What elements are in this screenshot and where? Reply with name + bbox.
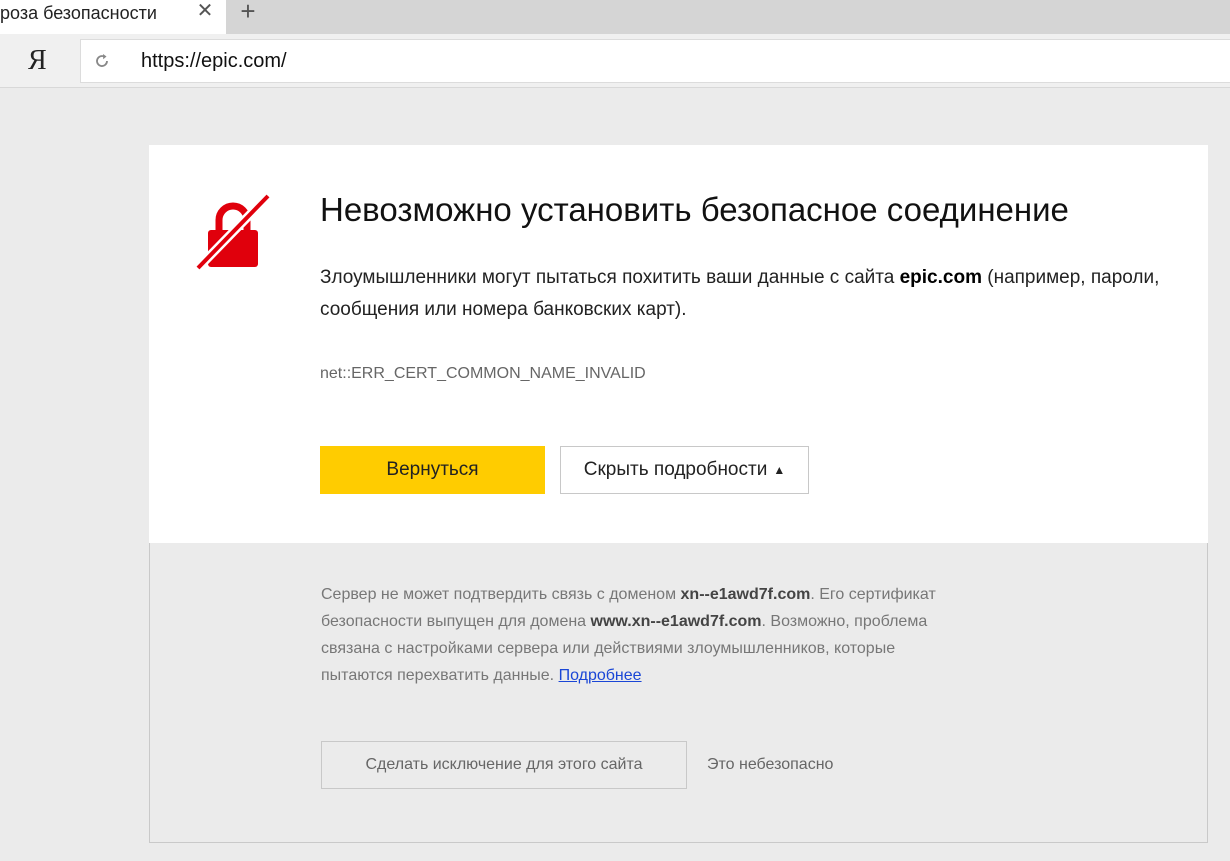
site-domain: epic.com (899, 267, 982, 288)
details-panel: Сервер не может подтвердить связь с доме… (149, 543, 1208, 843)
new-tab-icon[interactable]: + (236, 0, 260, 24)
arrow-up-icon: ▲ (773, 463, 786, 477)
server-domain: xn--e1awd7f.com (680, 586, 811, 603)
reload-icon[interactable] (93, 52, 111, 70)
add-exception-button[interactable]: Сделать исключение для этого сайта (321, 741, 687, 789)
warning-description: Злоумышленники могут пытаться похитить в… (320, 267, 1160, 320)
address-bar[interactable]: https://epic.com/ (80, 39, 1230, 83)
security-warning-card: Невозможно установить безопасное соедине… (149, 145, 1208, 543)
learn-more-link[interactable]: Подробнее (559, 667, 642, 684)
tab-title: роза безопасности (0, 3, 157, 23)
browser-toolbar: Я https://epic.com/ (0, 34, 1230, 88)
broken-lock-icon (194, 192, 272, 270)
url-text[interactable]: https://epic.com/ (141, 50, 287, 73)
page-title: Невозможно установить безопасное соедине… (320, 191, 1069, 228)
certificate-domain: www.xn--e1awd7f.com (590, 613, 762, 630)
details-text: Сервер не может подтвердить связь с доме… (321, 586, 936, 684)
unsafe-note: Это небезопасно (707, 756, 834, 773)
yandex-logo[interactable]: Я (28, 46, 50, 76)
tab-active[interactable]: роза безопасности ✕ (0, 0, 226, 36)
hide-details-button[interactable]: Скрыть подробности ▲ (560, 446, 809, 494)
close-tab-icon[interactable]: ✕ (194, 0, 216, 22)
hide-details-label: Скрыть подробности (583, 459, 768, 480)
error-code: net::ERR_CERT_COMMON_NAME_INVALID (320, 365, 646, 382)
back-button[interactable]: Вернуться (320, 446, 545, 494)
tab-strip: роза безопасности ✕ + (0, 0, 1230, 36)
